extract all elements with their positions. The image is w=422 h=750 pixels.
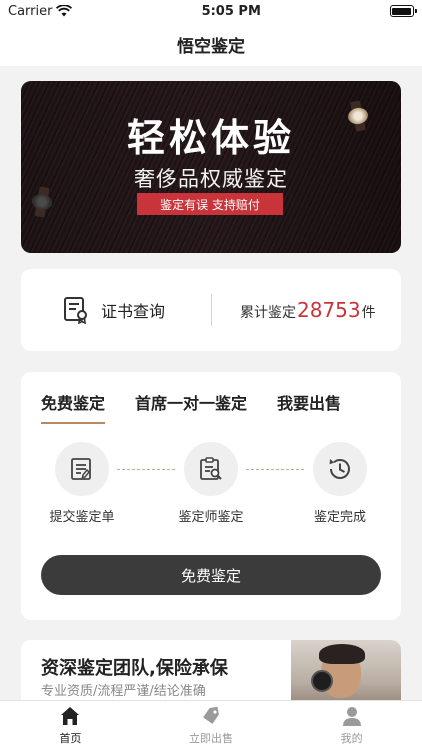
step-appraiser-circle (184, 442, 238, 496)
tab-sell[interactable]: 我要出售 (277, 390, 341, 424)
clock: 5:05 PM (201, 3, 261, 19)
process-steps: 提交鉴定单 鉴定师鉴定 鉴定完成 (21, 442, 401, 532)
step-submit: 提交鉴定单 (27, 442, 137, 525)
status-bar: Carrier 5:05 PM (0, 0, 422, 22)
tab-free-appraisal[interactable]: 免费鉴定 (41, 390, 106, 424)
step-appraiser-label: 鉴定师鉴定 (178, 510, 244, 525)
step-submit-circle (55, 442, 109, 496)
certificate-icon (64, 297, 87, 324)
count-suffix: 件 (361, 305, 376, 321)
tab-home[interactable]: 首页 (0, 701, 141, 750)
tab-home-label: 首页 (59, 732, 82, 745)
tab-profile[interactable]: 我的 (281, 701, 422, 750)
service-tabs: 免费鉴定 首席一对一鉴定 我要出售 (41, 390, 341, 424)
total-count: 累计鉴定 28753 件 (212, 298, 401, 322)
tab-profile-label: 我的 (340, 732, 363, 745)
nav-bar: 悟空鉴定 (0, 22, 422, 66)
count-value: 28753 (297, 298, 361, 322)
tab-sell-now-label: 立即出售 (189, 732, 233, 745)
form-icon (71, 458, 91, 480)
count-prefix: 累计鉴定 (240, 305, 296, 321)
tag-icon (203, 706, 219, 724)
page-title: 悟空鉴定 (177, 36, 245, 57)
banner-tag: 鉴定有误 支持赔付 (137, 193, 283, 215)
banner-headline: 轻松体验 (126, 116, 295, 160)
home-icon (61, 707, 80, 725)
wifi-icon (56, 5, 73, 17)
step-appraiser: 鉴定师鉴定 (156, 442, 266, 525)
step-complete-label: 鉴定完成 (313, 510, 366, 525)
banner-subline: 奢侈品权威鉴定 (134, 167, 288, 191)
carrier-label: Carrier (8, 3, 53, 19)
step-complete-circle (313, 442, 367, 496)
tab-bar: 首页 立即出售 我的 (0, 700, 422, 750)
free-appraisal-button[interactable]: 免费鉴定 (41, 555, 381, 595)
certificate-query-button[interactable]: 证书查询 (21, 296, 211, 324)
query-card: 证书查询 累计鉴定 28753 件 (21, 269, 401, 351)
battery-icon (389, 5, 417, 17)
team-subtitle: 专业资质/流程严谨/结论准确 (41, 684, 206, 699)
step-complete: 鉴定完成 (285, 442, 395, 525)
team-title: 资深鉴定团队,保险承保 (41, 658, 228, 679)
user-icon (342, 707, 361, 726)
tab-sell-now[interactable]: 立即出售 (141, 701, 282, 750)
step-submit-label: 提交鉴定单 (49, 510, 115, 525)
status-left: Carrier (8, 3, 73, 19)
appraisal-process-card: 免费鉴定 首席一对一鉴定 我要出售 提交鉴定单 鉴定师鉴定 鉴定完成 免费鉴定 (21, 372, 401, 620)
clipboard-search-icon (200, 457, 222, 480)
promo-banner[interactable]: 轻松体验 奢侈品权威鉴定 鉴定有误 支持赔付 (21, 81, 401, 253)
certificate-query-label: 证书查询 (101, 302, 166, 321)
tab-chief-one-on-one[interactable]: 首席一对一鉴定 (135, 390, 247, 424)
history-clock-icon (329, 459, 350, 479)
